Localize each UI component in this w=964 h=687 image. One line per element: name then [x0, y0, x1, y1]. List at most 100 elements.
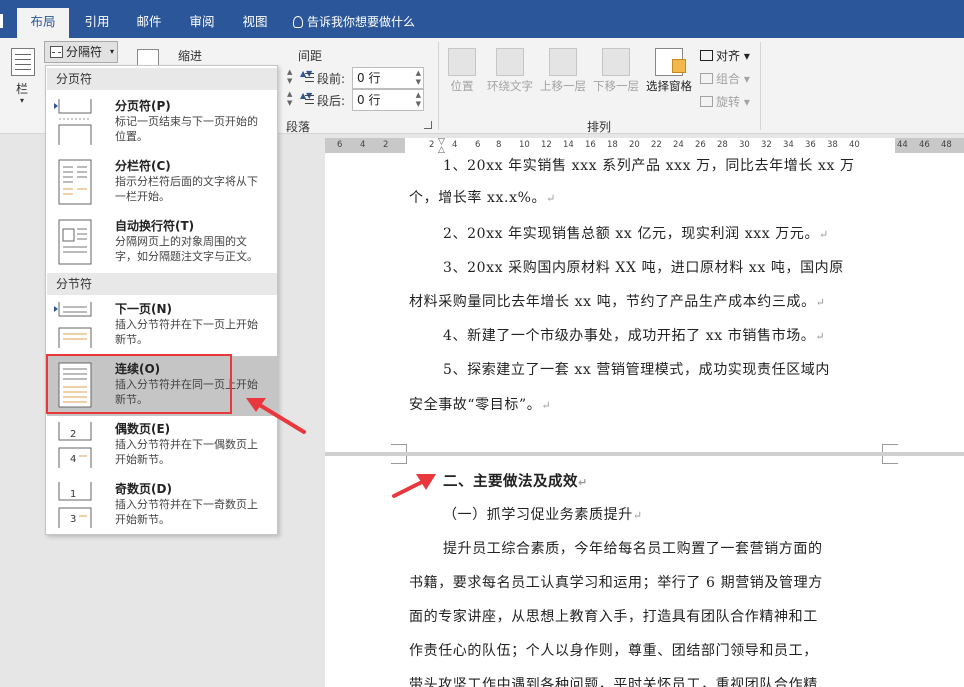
- horizontal-ruler[interactable]: ▽ △ 6 4 2 2 4 6 8 10 12 14 16 18 20 22 24 26 28 30 32 34 36 38…: [325, 138, 964, 155]
- menu-item-title: 分页符(P): [115, 99, 171, 113]
- indent-spin-arrows[interactable]: ▲ ▼: [287, 68, 292, 86]
- tell-me-search[interactable]: 告诉我你想要做什么: [293, 8, 415, 38]
- paragraph-mark-icon: ↵: [578, 476, 588, 489]
- tell-me-text: 告诉我你想要做什么: [307, 15, 416, 29]
- highlight-box: [46, 354, 232, 414]
- ruler-tick: 30: [739, 140, 750, 150]
- ruler-tick: 12: [541, 140, 552, 150]
- ruler-tick: 20: [629, 140, 640, 150]
- ruler-tick: 2: [383, 140, 389, 150]
- doc-subheading: （一）抓学习促业务素质提升↵: [443, 504, 643, 524]
- doc-subheading-text: （一）抓学习促业务素质提升: [443, 507, 633, 523]
- tab-references[interactable]: 引用: [80, 8, 114, 38]
- ruler-tick: 10: [519, 140, 530, 150]
- document-page[interactable]: 1、20xx 年实销售 xxx 系列产品 xxx 万，同比去年增长 xx 万 个…: [325, 153, 964, 452]
- ruler-tick: 32: [761, 140, 772, 150]
- menu-item-desc: 插入分节符并在下一页上开始 新节。: [115, 318, 258, 346]
- paragraph-group-label: 段落: [286, 120, 311, 134]
- breaks-button-label: 分隔符: [66, 45, 103, 59]
- align-label: 对齐: [716, 49, 741, 63]
- menu-item-desc: 插入分节符并在下一奇数页上 开始新节。: [115, 498, 258, 526]
- dialog-launcher-icon[interactable]: [424, 121, 432, 129]
- paragraph-mark-icon: ↵: [546, 192, 556, 205]
- tab-layout[interactable]: 布局: [17, 8, 69, 38]
- doc-heading-text: 二、主要做法及成效: [443, 474, 578, 490]
- paragraph-mark-icon: ↵: [541, 399, 552, 412]
- doc-line: 4、新建了一个市级办事处，成功开拓了 xx 市销售市场。↵: [443, 325, 825, 345]
- doc-line: 个，增长率 xx.x%。↵: [409, 187, 556, 207]
- menu-item-odd-page[interactable]: 13 奇数页(D) 插入分节符并在下一奇数页上 开始新节。: [47, 476, 277, 536]
- menu-item-title: 下一页(N): [115, 302, 173, 316]
- spacing-after-input[interactable]: 0 行 ▲ ▼: [352, 89, 424, 111]
- ruler-tick: 28: [717, 140, 728, 150]
- chevron-down-icon: ▾: [109, 47, 114, 56]
- spacing-before-icon: ▲▼: [300, 69, 314, 85]
- menu-item-text-wrapping[interactable]: 自动换行符(T) 分隔网页上的对象周围的文 字，如分隔题注文字与正文。: [47, 213, 277, 273]
- position-button[interactable]: 位置: [440, 44, 484, 116]
- column-break-thumbnail-icon: [58, 159, 92, 205]
- doc-line-text: 安全事故“零目标”。: [409, 397, 542, 413]
- ruler-tick: 44: [897, 140, 908, 150]
- position-icon: [448, 48, 476, 76]
- align-button[interactable]: 对齐 ▾: [700, 47, 750, 64]
- ruler-tick: 36: [805, 140, 816, 150]
- doc-line: 2、20xx 年实现销售总额 xx 亿元，现实利润 xxx 万元。↵: [443, 223, 829, 243]
- margin-corner-mark: [882, 444, 898, 452]
- menu-item-page-break[interactable]: 分页符(P) 标记一页结束与下一页开始的 位置。: [47, 93, 277, 153]
- wrap-text-button[interactable]: 环绕文字: [484, 44, 536, 116]
- ribbon-tab-bar: 布局 引用 邮件 审阅 视图 告诉我你想要做什么: [0, 0, 964, 38]
- red-arrow-icon: [246, 398, 306, 434]
- spacing-before-input[interactable]: 0 行 ▲ ▼: [352, 67, 424, 89]
- paragraph-mark-icon: ↵: [632, 509, 643, 522]
- svg-text:2: 2: [70, 429, 76, 440]
- spin-arrows-icon[interactable]: ▲ ▼: [416, 69, 421, 87]
- section-breaks-header: 分节符: [47, 273, 277, 295]
- doc-line: 材料采购量同比去年增长 xx 吨，节约了产品生产成本约三成。↵: [409, 291, 826, 311]
- doc-line-text: 4、新建了一个市级办事处，成功开拓了 xx 市销售市场。: [443, 328, 816, 344]
- spacing-before-value: 0 行: [357, 71, 381, 85]
- indent-spin-arrows-2[interactable]: ▲ ▼: [287, 90, 292, 108]
- menu-item-title: 奇数页(D): [115, 482, 172, 496]
- send-backward-label: 下移一层: [593, 79, 639, 93]
- position-label: 位置: [450, 79, 474, 93]
- tab-mailings[interactable]: 邮件: [133, 8, 165, 38]
- text-wrapping-thumbnail-icon: [58, 219, 92, 265]
- page-break-icon: [50, 46, 63, 58]
- menu-item-title: 自动换行符(T): [115, 219, 195, 233]
- send-backward-button[interactable]: 下移一层: [590, 44, 642, 116]
- ruler-tick: 34: [783, 140, 794, 150]
- bring-forward-button[interactable]: 上移一层: [537, 44, 589, 116]
- rotate-button[interactable]: 旋转 ▾: [700, 93, 750, 110]
- columns-label[interactable]: 栏: [16, 80, 28, 97]
- wrap-text-icon: [496, 48, 524, 76]
- rotate-icon: [700, 96, 713, 107]
- selection-pane-icon: [655, 48, 686, 76]
- red-arrow-icon: [392, 474, 436, 498]
- spin-arrows-icon[interactable]: ▲ ▼: [416, 91, 421, 109]
- svg-text:4: 4: [70, 454, 76, 465]
- ruler-tick: 8: [496, 140, 502, 150]
- selection-pane-button[interactable]: 选择窗格: [643, 44, 695, 116]
- ruler-tick: 6: [337, 140, 343, 150]
- align-icon: [700, 50, 713, 61]
- menu-item-desc: 插入分节符并在下一偶数页上 开始新节。: [115, 438, 258, 466]
- group-separator: [438, 42, 439, 130]
- spacing-after-value: 0 行: [357, 93, 381, 107]
- doc-line-text: 材料采购量同比去年增长 xx 吨，节约了产品生产成本约三成。: [409, 294, 816, 310]
- indent-markers-icon[interactable]: ▽ △: [438, 138, 445, 155]
- menu-item-desc: 分隔网页上的对象周围的文 字，如分隔题注文字与正文。: [115, 235, 258, 263]
- menu-item-desc: 标记一页结束与下一页开始的 位置。: [115, 115, 258, 143]
- group-button[interactable]: 组合 ▾: [700, 70, 750, 87]
- tab-view[interactable]: 视图: [239, 8, 271, 38]
- breaks-button[interactable]: 分隔符 ▾: [44, 41, 118, 63]
- page-breaks-header: 分页符: [47, 68, 277, 90]
- columns-caret-icon[interactable]: ▾: [20, 96, 24, 105]
- menu-item-next-page[interactable]: 下一页(N) 插入分节符并在下一页上开始 新节。: [47, 296, 277, 356]
- menu-item-column-break[interactable]: 分栏符(C) 指示分栏符后面的文字将从下 一栏开始。: [47, 153, 277, 213]
- tab-review[interactable]: 审阅: [186, 8, 218, 38]
- ruler-tick: 2: [429, 140, 435, 150]
- paragraph-mark-icon: ↵: [815, 330, 826, 343]
- menu-item-desc: 指示分栏符后面的文字将从下 一栏开始。: [115, 175, 258, 203]
- paragraph-mark-icon: ↵: [819, 228, 829, 241]
- columns-icon[interactable]: [11, 48, 35, 76]
